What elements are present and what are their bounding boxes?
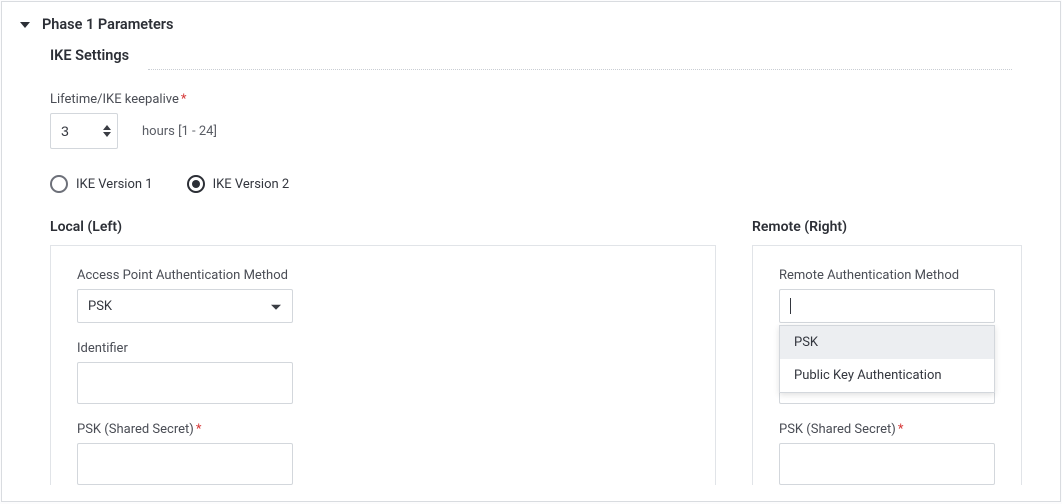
panel-header[interactable]: Phase 1 Parameters bbox=[2, 2, 1060, 41]
remote-psk-label: PSK (Shared Secret)* bbox=[779, 422, 995, 437]
remote-column: Remote (Right) Remote Authentication Met… bbox=[752, 219, 1022, 485]
lifetime-stepper[interactable] bbox=[50, 113, 118, 149]
identifier-label: Identifier bbox=[77, 341, 689, 356]
local-psk-input[interactable] bbox=[77, 443, 293, 485]
stepper-down-icon[interactable] bbox=[103, 132, 111, 137]
remote-auth-dropdown: PSK Public Key Authentication bbox=[779, 325, 995, 393]
local-auth-group: Access Point Authentication Method PSK bbox=[77, 268, 689, 323]
required-asterisk: * bbox=[181, 92, 187, 107]
remote-auth-group: Remote Authentication Method PSK Public … bbox=[779, 268, 995, 404]
lifetime-field: Lifetime/IKE keepalive* hours [1 - 24] bbox=[50, 92, 1012, 149]
local-psk-group: PSK (Shared Secret)* bbox=[77, 422, 689, 485]
panel-title: Phase 1 Parameters bbox=[42, 16, 173, 33]
local-psk-label: PSK (Shared Secret)* bbox=[77, 422, 689, 437]
remote-psk-input[interactable] bbox=[779, 443, 995, 485]
radio-unchecked-icon bbox=[50, 175, 68, 193]
text-cursor bbox=[790, 298, 791, 314]
remote-box: Remote Authentication Method PSK Public … bbox=[752, 245, 1022, 485]
local-auth-select[interactable]: PSK bbox=[77, 289, 293, 323]
local-auth-label: Access Point Authentication Method bbox=[77, 268, 689, 283]
ike-title: IKE Settings bbox=[50, 47, 129, 64]
columns: Local (Left) Access Point Authentication… bbox=[50, 219, 1012, 485]
local-box: Access Point Authentication Method PSK I… bbox=[50, 245, 716, 485]
local-auth-value: PSK bbox=[88, 299, 112, 314]
identifier-group: Identifier bbox=[77, 341, 689, 404]
identifier-input[interactable] bbox=[77, 362, 293, 404]
ike-version-radio-group: IKE Version 1 IKE Version 2 bbox=[50, 175, 1012, 193]
chevron-down-icon bbox=[271, 305, 281, 310]
ike-section: IKE Settings Lifetime/IKE keepalive* hou… bbox=[2, 41, 1060, 485]
radio-ike-v1[interactable]: IKE Version 1 bbox=[50, 175, 153, 193]
local-title: Local (Left) bbox=[50, 219, 716, 235]
lifetime-hint: hours [1 - 24] bbox=[142, 124, 217, 139]
required-asterisk: * bbox=[196, 422, 202, 437]
stepper-up-icon[interactable] bbox=[103, 125, 111, 130]
dropdown-option-public-key[interactable]: Public Key Authentication bbox=[780, 359, 994, 392]
ike-header-row: IKE Settings bbox=[50, 47, 1012, 70]
local-column: Local (Left) Access Point Authentication… bbox=[50, 219, 716, 485]
lifetime-input[interactable] bbox=[61, 123, 91, 139]
phase1-panel: Phase 1 Parameters IKE Settings Lifetime… bbox=[1, 1, 1061, 502]
radio-checked-icon bbox=[187, 175, 205, 193]
caret-down-icon bbox=[20, 22, 30, 28]
dropdown-option-psk[interactable]: PSK bbox=[780, 326, 994, 359]
remote-title: Remote (Right) bbox=[752, 219, 1022, 235]
required-asterisk: * bbox=[898, 422, 904, 437]
lifetime-label: Lifetime/IKE keepalive* bbox=[50, 92, 1012, 107]
remote-auth-input[interactable] bbox=[779, 289, 995, 323]
radio-ike-v2[interactable]: IKE Version 2 bbox=[187, 175, 290, 193]
remote-psk-group: PSK (Shared Secret)* bbox=[779, 422, 995, 485]
remote-auth-label: Remote Authentication Method bbox=[779, 268, 995, 283]
